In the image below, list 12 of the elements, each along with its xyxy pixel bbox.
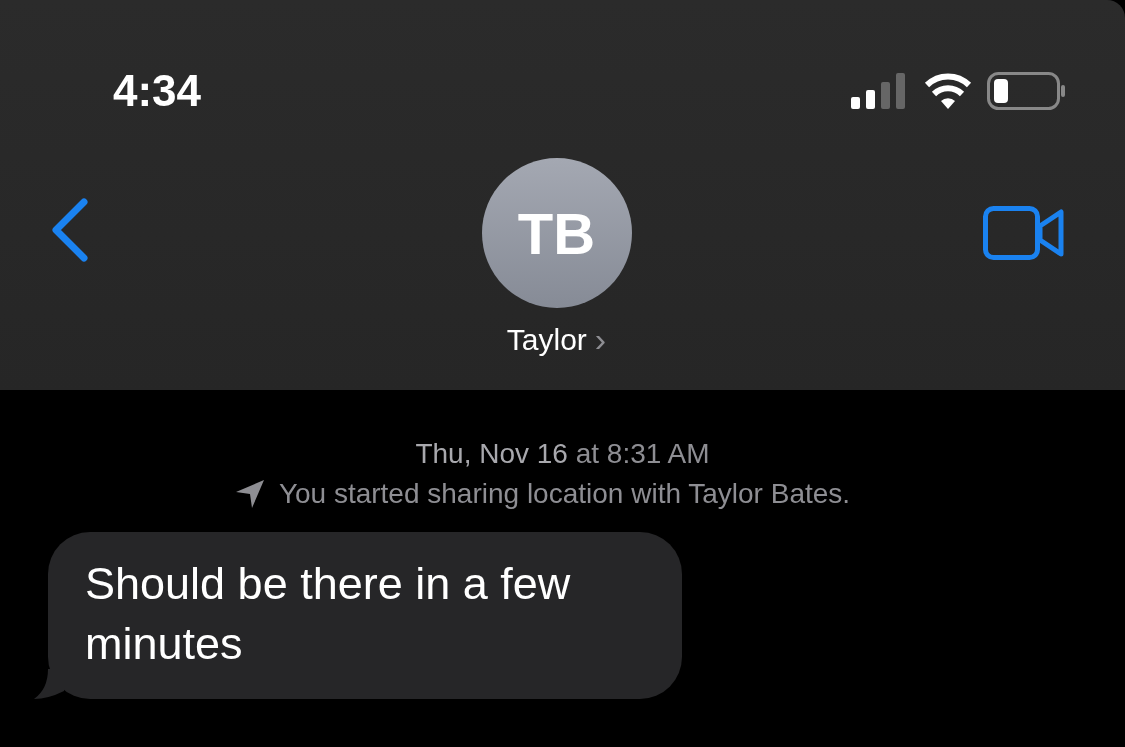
chevron-icon: › — [594, 320, 607, 359]
battery-icon — [987, 72, 1065, 110]
timestamp: Thu, Nov 16 at 8:31 AM — [414, 438, 711, 470]
contact-name[interactable]: Taylor — [506, 322, 587, 357]
location-notice: You started sharing location with Taylor Bates. — [278, 478, 851, 510]
status-time: 4:34 — [113, 66, 202, 116]
video-call-icon[interactable] — [983, 206, 1065, 260]
bubble-tail — [34, 669, 64, 699]
wifi-icon — [923, 73, 973, 109]
message-bubble[interactable]: Should be there in a few minutes — [34, 532, 682, 699]
back-icon[interactable] — [50, 198, 90, 262]
location-arrow-icon — [234, 479, 265, 509]
